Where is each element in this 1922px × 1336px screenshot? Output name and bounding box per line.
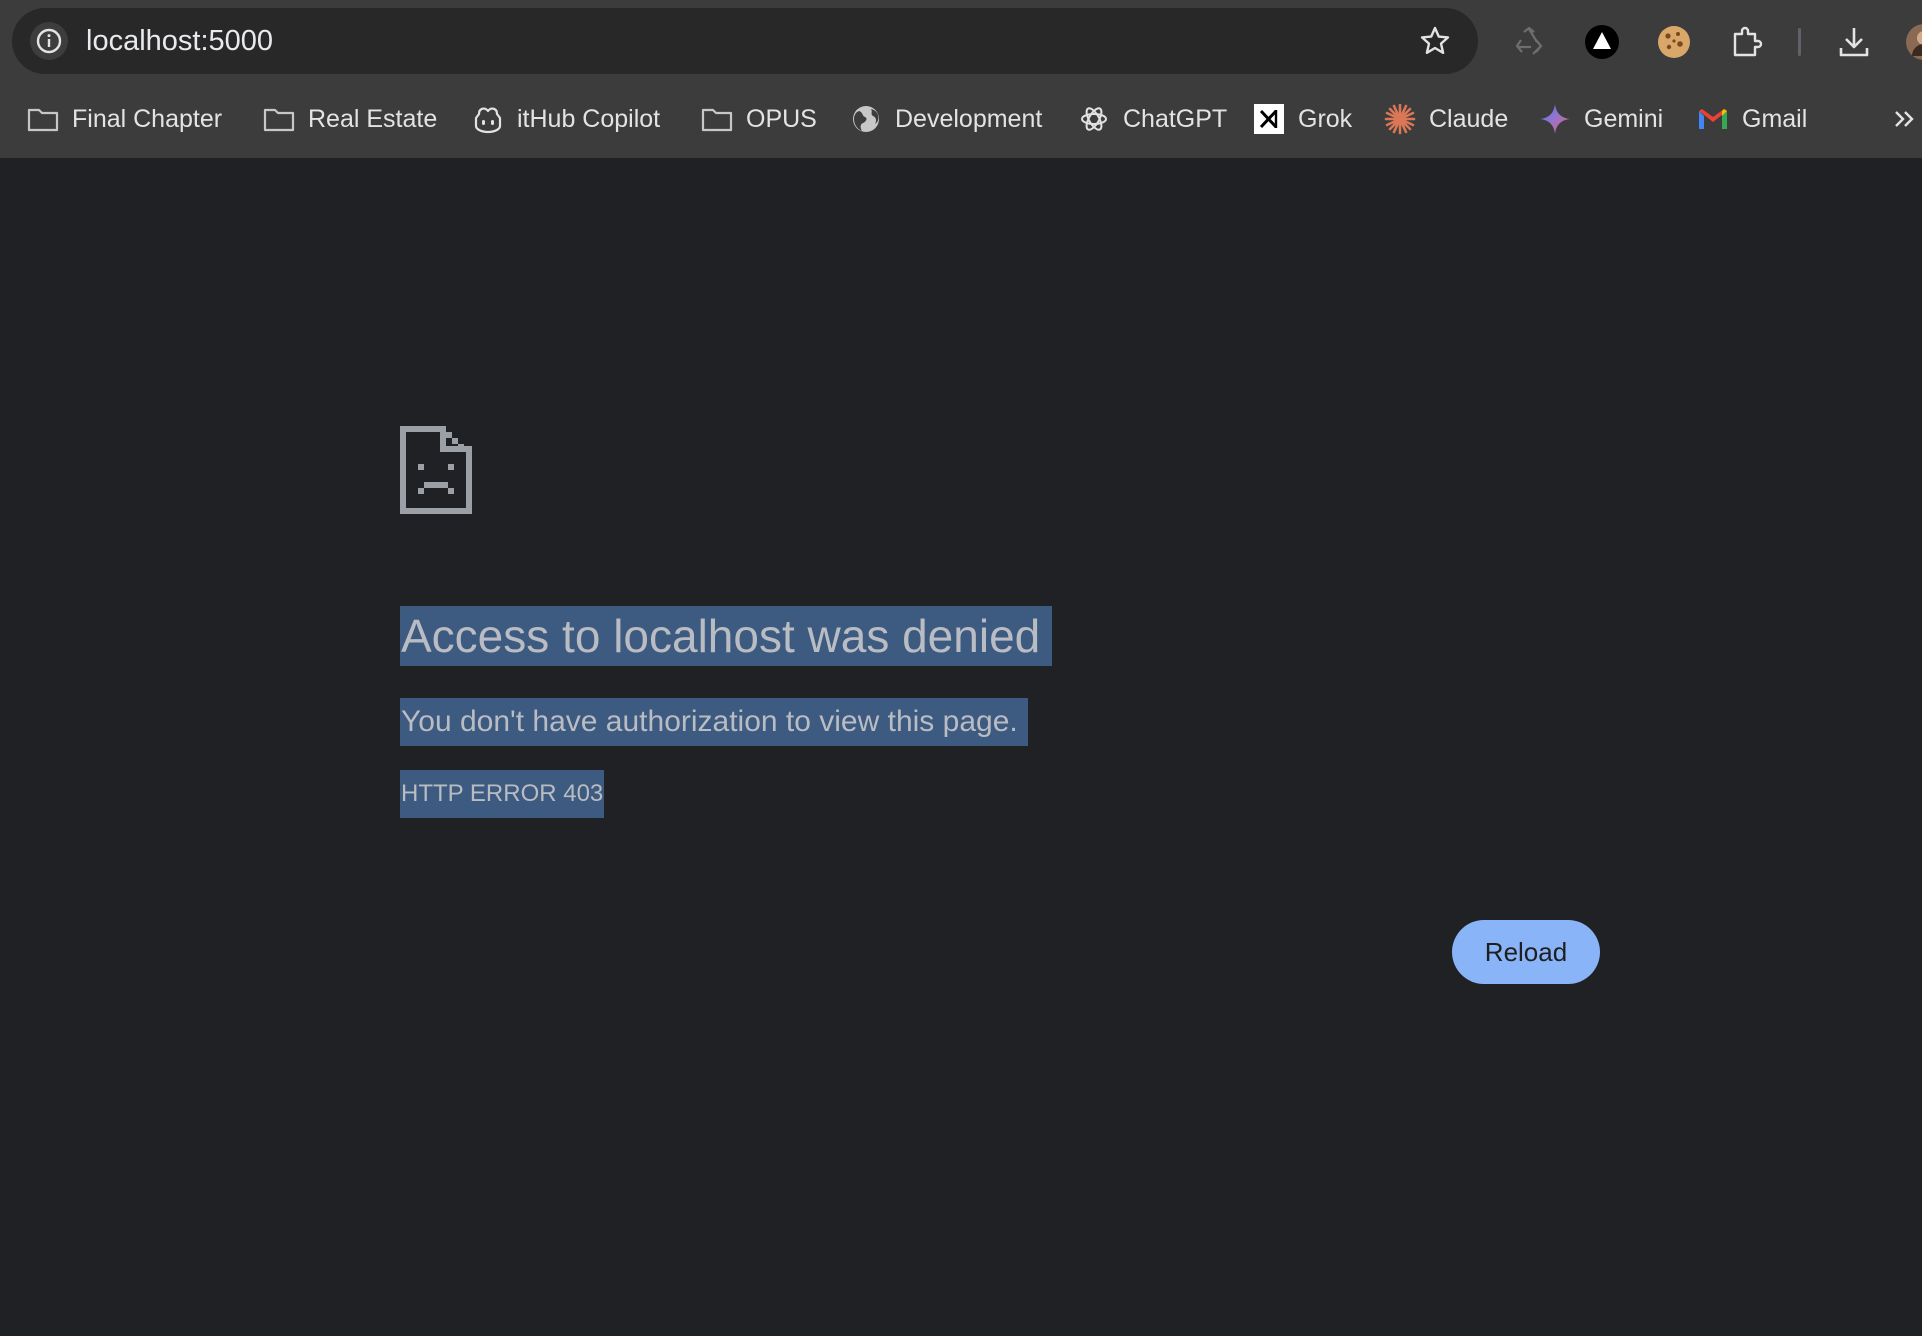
- error-title: Access to localhost was denied: [400, 606, 1053, 666]
- chevron-double-right-icon: [1895, 111, 1914, 127]
- bookmark-opus[interactable]: OPUS: [700, 96, 817, 142]
- bookmark-label: Final Chapter: [72, 104, 223, 133]
- copilot-icon: [474, 107, 502, 134]
- bookmark-github-copilot[interactable]: itHub Copilot: [471, 96, 660, 142]
- bookmark-label: OPUS: [746, 104, 817, 133]
- bookmark-label: itHub Copilot: [517, 104, 661, 133]
- address-bar[interactable]: localhost:5000: [12, 8, 1478, 74]
- bookmark-gemini[interactable]: Gemini: [1538, 96, 1663, 142]
- folder-icon: [27, 108, 59, 132]
- claude-icon: [1384, 103, 1416, 135]
- bookmark-label: Claude: [1429, 104, 1509, 133]
- bookmark-label: Gmail: [1742, 104, 1808, 133]
- extensions-puzzle-icon: [1733, 26, 1763, 57]
- error-code: HTTP ERROR 403: [400, 770, 605, 818]
- sad-document-icon: [400, 426, 472, 514]
- bookmark-chatgpt[interactable]: ChatGPT: [1077, 96, 1227, 142]
- bookmark-label: ChatGPT: [1123, 104, 1228, 133]
- error-page: Access to localhost was denied You don't…: [0, 158, 1922, 1336]
- folder-icon: [263, 108, 295, 132]
- gemini-icon: [1540, 104, 1570, 134]
- downloads-button[interactable]: [1834, 22, 1874, 62]
- cookie-extension-button[interactable]: [1654, 22, 1694, 62]
- bookmark-final-chapter[interactable]: Final Chapter: [26, 96, 222, 142]
- bookmark-label: Development: [895, 104, 1043, 133]
- site-info-button[interactable]: [30, 22, 68, 60]
- triangle-extension-icon: [1585, 25, 1619, 59]
- extensions-button[interactable]: [1728, 22, 1768, 62]
- recycle-extension-icon: [1515, 26, 1543, 55]
- folder-icon: [701, 108, 733, 132]
- bookmarks-overflow-button[interactable]: [1890, 98, 1922, 140]
- grok-icon: [1254, 104, 1284, 134]
- error-message: You don't have authorization to view thi…: [400, 698, 1028, 746]
- profile-button[interactable]: [1904, 22, 1922, 62]
- bookmark-star-button[interactable]: [1416, 22, 1454, 60]
- bookmark-star-icon: [1420, 26, 1450, 54]
- reload-button[interactable]: Reload: [1452, 920, 1600, 984]
- site-info-icon: [36, 28, 62, 54]
- gmail-icon: [1699, 109, 1727, 129]
- bookmark-label: Gemini: [1584, 104, 1664, 133]
- url-text[interactable]: localhost:5000: [86, 8, 273, 74]
- profile-avatar: [1906, 24, 1922, 60]
- bookmark-gmail[interactable]: Gmail: [1696, 96, 1807, 142]
- triangle-extension-button[interactable]: [1582, 22, 1622, 62]
- browser-toolbar: localhost:5000: [0, 0, 1922, 82]
- bookmark-label: Grok: [1298, 104, 1353, 133]
- bookmarks-bar: Final Chapter Real Estate itHub Copilot …: [0, 82, 1922, 158]
- recycle-extension-button[interactable]: [1509, 22, 1549, 62]
- bookmark-development[interactable]: Development: [849, 96, 1042, 142]
- bookmark-grok[interactable]: Grok: [1252, 96, 1352, 142]
- cookie-extension-icon: [1658, 26, 1690, 58]
- toolbar-separator: [1798, 28, 1801, 56]
- bookmark-label: Real Estate: [308, 104, 438, 133]
- bookmark-claude[interactable]: Claude: [1383, 96, 1508, 142]
- download-icon: [1839, 28, 1869, 57]
- globe-icon: [853, 106, 879, 132]
- chatgpt-icon: [1081, 107, 1107, 131]
- bookmark-real-estate[interactable]: Real Estate: [262, 96, 437, 142]
